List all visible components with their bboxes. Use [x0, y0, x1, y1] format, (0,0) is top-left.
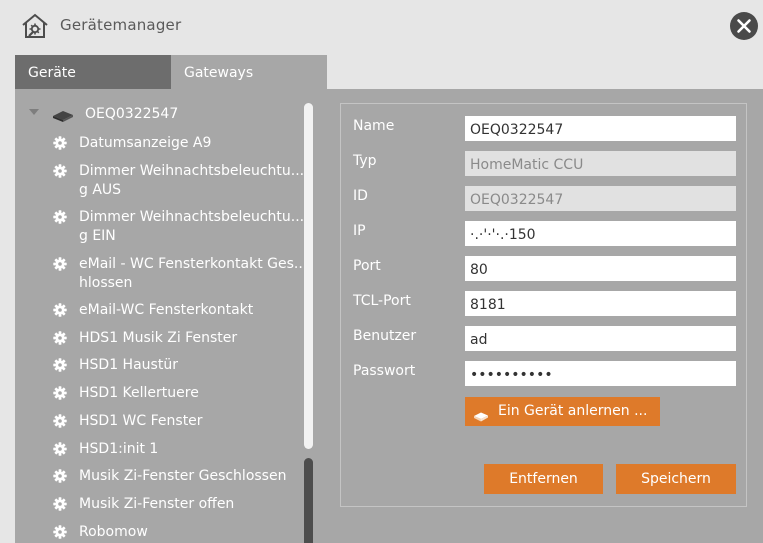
tcl-port-label: TCL-Port — [353, 293, 411, 309]
gear-icon — [53, 135, 67, 150]
save-button[interactable]: Speichern — [616, 464, 736, 494]
device-sidebar: OEQ0322547 Datumsanzeige A9 Dimmer Weihn… — [15, 89, 327, 543]
gear-icon — [53, 524, 67, 539]
gear-icon — [53, 385, 67, 400]
list-item-label: Dimmer Weihnachtsbeleuchtu... g AUS — [79, 163, 305, 198]
scrollbar-track[interactable] — [304, 458, 313, 543]
tab-gateways[interactable]: Gateways — [171, 55, 327, 89]
ip-input[interactable] — [465, 221, 736, 246]
tab-geraete[interactable]: Geräte — [15, 55, 171, 89]
list-item-label: Datumsanzeige A9 — [79, 135, 212, 151]
expand-arrow-icon[interactable] — [29, 109, 39, 115]
port-label: Port — [353, 258, 381, 274]
gear-icon — [53, 330, 67, 345]
gear-icon — [53, 209, 67, 224]
gear-icon — [53, 413, 67, 428]
gear-icon — [53, 256, 67, 271]
id-label: ID — [353, 188, 368, 204]
list-item-label: Musik Zi-Fenster Geschlossen — [79, 468, 287, 484]
sidebar-scrollbar[interactable] — [304, 103, 313, 543]
close-button[interactable] — [730, 12, 758, 40]
tree-root-label: OEQ0322547 — [85, 106, 179, 122]
passwort-label: Passwort — [353, 363, 416, 379]
list-item-label: eMail-WC Fensterkontakt — [79, 302, 254, 318]
gear-icon — [53, 468, 67, 483]
gear-icon — [53, 441, 67, 456]
benutzer-input[interactable] — [465, 326, 736, 351]
list-item-label: HSD1:init 1 — [79, 441, 159, 457]
name-input[interactable] — [465, 116, 736, 141]
list-item-label: Robomow — [79, 524, 148, 540]
window-title: Gerätemanager — [60, 16, 182, 34]
list-item-label: HSD1 Kellertuere — [79, 385, 199, 401]
list-item-label: HSD1 Haustür — [79, 357, 178, 373]
name-label: Name — [353, 118, 395, 134]
ip-label: IP — [353, 223, 366, 239]
typ-input — [465, 151, 736, 176]
scrollbar-thumb[interactable] — [304, 103, 313, 449]
close-icon — [737, 19, 751, 33]
gear-icon — [53, 496, 67, 511]
list-item-label: HSD1 WC Fenster — [79, 413, 203, 429]
learn-device-icon — [473, 405, 489, 434]
gateway-device-icon — [51, 107, 75, 127]
benutzer-label: Benutzer — [353, 328, 417, 344]
gear-icon — [53, 357, 67, 372]
learn-device-button[interactable]: Ein Gerät anlernen ... — [465, 397, 660, 426]
list-item-label: Musik Zi-Fenster offen — [79, 496, 235, 512]
port-input[interactable] — [465, 256, 736, 281]
home-settings-icon — [20, 12, 50, 40]
title-bar: Gerätemanager — [0, 0, 763, 52]
tcl-port-input[interactable] — [465, 291, 736, 316]
learn-device-label: Ein Gerät anlernen ... — [498, 403, 648, 419]
list-item-label: Dimmer Weihnachtsbeleuchtu... g EIN — [79, 209, 305, 244]
passwort-input[interactable] — [465, 361, 736, 386]
list-item-label: HDS1 Musik Zi Fenster — [79, 330, 238, 346]
id-input — [465, 186, 736, 211]
typ-label: Typ — [353, 153, 377, 169]
list-item-label: eMail - WC Fensterkontakt Ges... hlossen — [79, 256, 308, 291]
gear-icon — [53, 302, 67, 317]
remove-button[interactable]: Entfernen — [484, 464, 603, 494]
gear-icon — [53, 163, 67, 178]
